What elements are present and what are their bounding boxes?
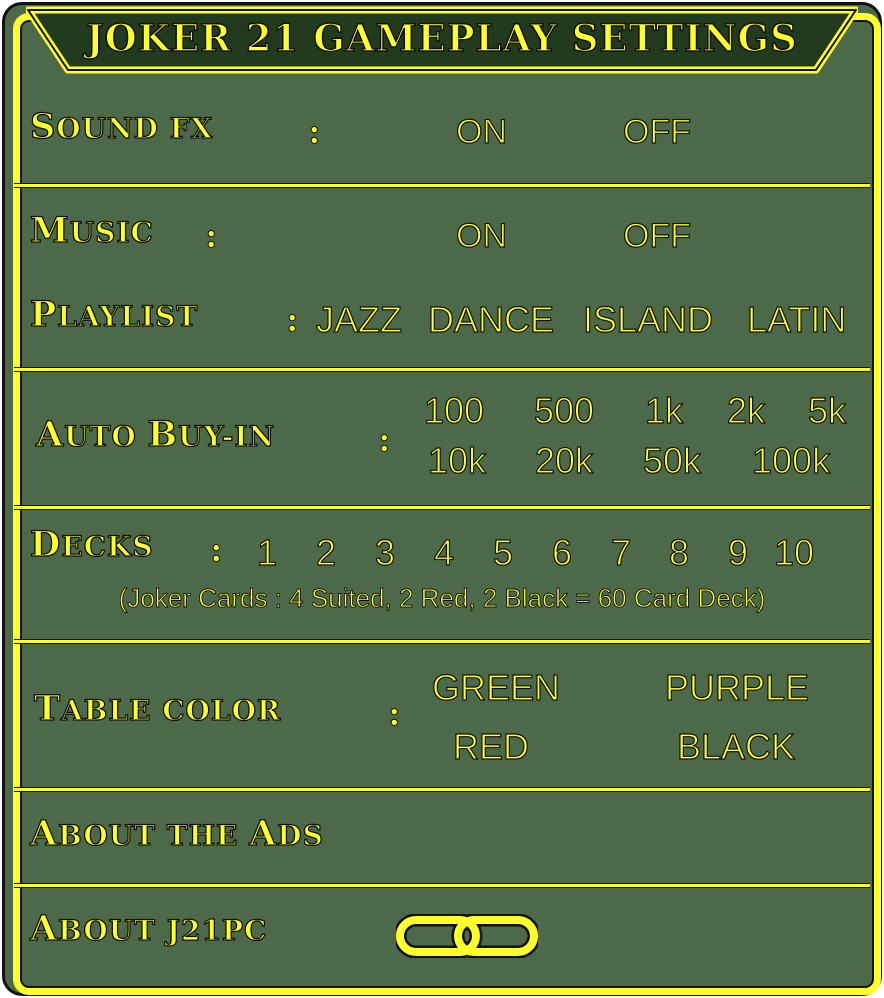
deck-option-2[interactable]: 2 xyxy=(315,531,336,574)
buyin-option-2k[interactable]: 2k xyxy=(726,389,765,432)
table-color-option-green[interactable]: GREEN xyxy=(431,666,560,709)
divider xyxy=(14,788,870,791)
divider xyxy=(14,884,870,887)
buyin-option-5k[interactable]: 5k xyxy=(807,389,846,432)
table-color-option-red[interactable]: RED xyxy=(452,725,529,768)
table-color-option-purple[interactable]: PURPLE xyxy=(664,666,809,709)
deck-option-10[interactable]: 10 xyxy=(773,531,814,574)
buyin-option-1k[interactable]: 1k xyxy=(644,389,683,432)
about-j21pc-link[interactable]: ABOUT J21PC xyxy=(29,907,267,949)
deck-option-5[interactable]: 5 xyxy=(492,531,513,574)
auto-buyin-colon: : xyxy=(378,420,392,461)
playlist-option-dance[interactable]: DANCE xyxy=(427,298,554,341)
deck-option-7[interactable]: 7 xyxy=(610,531,631,574)
decks-colon: : xyxy=(210,530,224,571)
buyin-option-50k[interactable]: 50k xyxy=(642,439,701,482)
buyin-option-20k[interactable]: 20k xyxy=(534,439,593,482)
divider xyxy=(14,506,870,509)
decks-note: (Joker Cards : 4 Suited, 2 Red, 2 Black … xyxy=(118,583,766,614)
playlist-label: PLAYLIST xyxy=(29,293,199,335)
table-color-label: TABLE COLOR xyxy=(33,687,282,729)
buyin-option-10k[interactable]: 10k xyxy=(427,439,486,482)
deck-option-8[interactable]: 8 xyxy=(668,531,689,574)
playlist-option-latin[interactable]: LATIN xyxy=(746,298,847,341)
settings-panel: JOKER 21 GAMEPLAY SETTINGS SOUND FX : ON… xyxy=(0,0,884,998)
buyin-option-100k[interactable]: 100k xyxy=(751,439,830,482)
deck-option-6[interactable]: 6 xyxy=(551,531,572,574)
playlist-colon: : xyxy=(286,300,300,341)
playlist-option-jazz[interactable]: JAZZ xyxy=(315,298,402,341)
music-label: MUSIC xyxy=(29,209,154,251)
deck-option-9[interactable]: 9 xyxy=(727,531,748,574)
music-colon: : xyxy=(205,216,219,257)
table-color-colon: : xyxy=(388,694,402,735)
table-color-option-black[interactable]: BLACK xyxy=(676,725,795,768)
playlist-option-island[interactable]: ISLAND xyxy=(582,298,713,341)
link-icon[interactable] xyxy=(396,914,538,958)
divider xyxy=(14,368,870,371)
deck-option-3[interactable]: 3 xyxy=(374,531,395,574)
divider xyxy=(14,640,870,643)
sound-fx-label: SOUND FX xyxy=(29,105,214,147)
about-ads-link[interactable]: ABOUT THE ADS xyxy=(29,812,324,854)
deck-option-1[interactable]: 1 xyxy=(256,531,277,574)
deck-option-4[interactable]: 4 xyxy=(433,531,454,574)
page-title: JOKER 21 GAMEPLAY SETTINGS xyxy=(85,15,798,61)
sound-fx-off-option[interactable]: OFF xyxy=(622,112,691,152)
buyin-option-500[interactable]: 500 xyxy=(533,389,594,432)
music-on-option[interactable]: ON xyxy=(455,216,507,256)
buyin-option-100[interactable]: 100 xyxy=(423,389,484,432)
title-banner: JOKER 21 GAMEPLAY SETTINGS xyxy=(26,6,858,74)
music-off-option[interactable]: OFF xyxy=(622,216,691,256)
decks-label: DECKS xyxy=(29,523,154,565)
divider xyxy=(14,184,870,187)
sound-fx-on-option[interactable]: ON xyxy=(455,112,507,152)
auto-buyin-label: AUTO BUY-IN xyxy=(35,413,276,455)
sound-fx-colon: : xyxy=(308,112,322,153)
